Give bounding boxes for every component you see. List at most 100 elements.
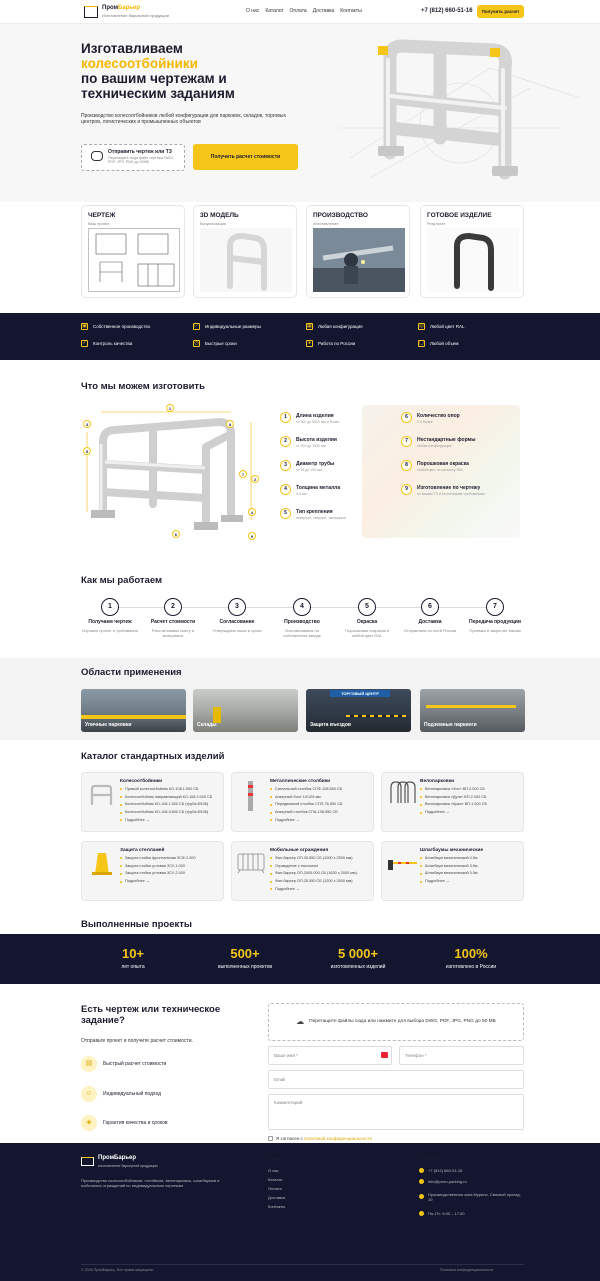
- footer-policy-link[interactable]: Политика конфиденциальности: [440, 1268, 493, 1272]
- app-card-street[interactable]: Уличные парковки: [81, 689, 186, 732]
- email-input[interactable]: Email: [268, 1070, 524, 1089]
- catalog-item[interactable]: Ограждение с поклоном: [270, 864, 357, 869]
- stat-number: 500+: [230, 946, 260, 961]
- process-card-subtitle: Изготовление: [313, 221, 339, 226]
- footer-link-catalog[interactable]: Каталог: [268, 1177, 285, 1182]
- step-number: 7: [486, 598, 504, 616]
- catalog-item[interactable]: Шлагбаум механический 3.5м: [420, 864, 478, 869]
- footer-menu: О нас Каталог Оплата Доставка Контакты: [268, 1168, 285, 1209]
- catalog-item[interactable]: Защита стойки угловая ЗСУ-1.000: [120, 864, 196, 869]
- hero-title-line-2: колесоотбойники: [81, 56, 198, 71]
- catalog-item[interactable]: Передвижной столбик СПП-76.550 СБ: [270, 802, 342, 807]
- diagram-marker: 4: [248, 508, 256, 516]
- catalog-item[interactable]: Защита стойки угловая ЗСУ-2.000: [120, 871, 196, 876]
- param-title: Нестандартные формы: [417, 437, 476, 443]
- location-icon: [419, 1194, 424, 1199]
- catalog-card-rack-protection[interactable]: Защита стеллажей Защита стойки фронтальн…: [81, 841, 224, 901]
- app-card-warehouse[interactable]: Склады: [193, 689, 298, 732]
- catalog-item[interactable]: Защита стойки фронтальная ЗСФ-2.000: [120, 856, 196, 861]
- diagram-marker: 2: [251, 475, 259, 483]
- catalog-more-link[interactable]: Подробнее →: [270, 887, 357, 892]
- hero-title-line-1: Изготавливаем: [81, 41, 183, 56]
- features-bar: [0, 313, 600, 360]
- footer-link-payment[interactable]: Оплата: [268, 1186, 285, 1191]
- logo-tagline: Изготовление барьерной продукции: [102, 13, 169, 18]
- consent-checkbox[interactable]: [268, 1136, 273, 1141]
- catalog-item[interactable]: Велопарковка «Хит» ВП-2.000 СБ: [420, 787, 487, 792]
- nav-item-delivery[interactable]: Доставка: [313, 8, 334, 14]
- catalog-item[interactable]: Анкерный болт 10/125 мм: [270, 795, 342, 800]
- step-title: Доставка: [418, 619, 442, 625]
- footer-phone[interactable]: +7 (812) 660-51-16: [428, 1168, 462, 1173]
- param-title: Изготовление по чертежу: [417, 485, 481, 491]
- nav-item-contacts[interactable]: Контакты: [340, 8, 362, 14]
- hero-cta-button[interactable]: Получить расчет стоимости: [193, 144, 298, 170]
- catalog-more-link[interactable]: Подробнее →: [420, 879, 478, 884]
- catalog-item[interactable]: Прямой колесоотбойник КО-108.1.500 СБ: [120, 787, 212, 792]
- catalog-item[interactable]: Шлагбаум механический 4.5м: [420, 856, 478, 861]
- catalog-item[interactable]: Фан-барьер ОП-2005.000 СБ (1630 x 2000 м…: [270, 871, 357, 876]
- catalog-more-link[interactable]: Подробнее →: [120, 818, 212, 823]
- footer-email[interactable]: info@prom-parking.ru: [428, 1179, 467, 1184]
- catalog-more-link[interactable]: Подробнее →: [270, 818, 342, 823]
- step-subtitle: Изучаем проект и требования: [82, 628, 138, 633]
- header-phone[interactable]: +7 (812) 660-51-16: [421, 8, 473, 16]
- catalog-item[interactable]: Колесоотбойник направляющий КО-108.2.000…: [120, 795, 212, 800]
- logo-icon[interactable]: [84, 6, 98, 18]
- catalog-card-list: Велопарковка «Хит» ВП-2.000 СБ Велопарко…: [420, 784, 487, 815]
- app-card-entrance[interactable]: ТОРГОВЫЙ ЦЕНТР Защита въездов: [306, 689, 411, 732]
- footer-address: Производственная зона Мурино, Связной пр…: [428, 1192, 521, 1202]
- name-input[interactable]: Ваше имя *: [268, 1046, 392, 1065]
- catalog-item[interactable]: Сигнальный столбик СПФ-108.550 СБ: [270, 787, 342, 792]
- catalog-item[interactable]: Анкерный столбик СПА-108.550 СБ: [270, 810, 342, 815]
- section-title-catalog: Каталог стандартных изделий: [81, 751, 225, 762]
- process-card-3d: 3D МОДЕЛЬ Визуализация: [193, 205, 297, 298]
- catalog-item[interactable]: Велопарковка «Арка» ВП-1.500 СБ: [420, 802, 487, 807]
- benefit-label: Гарантия качества и сроков: [103, 1120, 168, 1126]
- footer-link-delivery[interactable]: Доставка: [268, 1195, 285, 1200]
- catalog-more-link[interactable]: Подробнее →: [420, 810, 487, 815]
- hero-upload-box[interactable]: Отправить чертеж или ТЗ Перетащите сюда …: [81, 144, 185, 171]
- app-card-underground[interactable]: Подземные паркинги: [420, 689, 525, 732]
- catalog-item[interactable]: Фан-барьер ОП-30.550 СБ (1000 x 2500 мм): [270, 856, 357, 861]
- nav-item-payment[interactable]: Оплата: [290, 8, 307, 14]
- request-title: Есть чертеж или техническое задание?: [81, 1004, 221, 1026]
- autofill-icon[interactable]: [381, 1052, 388, 1058]
- comment-textarea[interactable]: Комментарий: [268, 1094, 524, 1130]
- app-card-label: Склады: [197, 721, 217, 728]
- nav-item-catalog[interactable]: Каталог: [265, 8, 283, 14]
- catalog-card-mobile-fences[interactable]: Мобильные ограждения Фан-барьер ОП-30.55…: [231, 841, 374, 901]
- header-cta-button[interactable]: Получить расчет: [477, 5, 524, 18]
- step-title: Расчет стоимости: [150, 619, 196, 625]
- footer-link-about[interactable]: О нас: [268, 1168, 285, 1173]
- site-header: ПромБарьер Изготовление барьерной продук…: [0, 0, 600, 24]
- logo-text[interactable]: ПромБарьер: [102, 5, 140, 13]
- catalog-card-bollards[interactable]: Металлические столбики Сигнальный столби…: [231, 772, 374, 832]
- clock-icon: [419, 1211, 424, 1216]
- nav-item-about[interactable]: О нас: [246, 8, 259, 14]
- feature-label: Любой объем: [430, 340, 459, 346]
- footer-contacts-title: Контакты: [419, 1157, 443, 1163]
- feature-item: ▦ Любая конфигурация: [306, 323, 363, 330]
- phone-input[interactable]: Телефон *: [399, 1046, 524, 1065]
- rack-protector-icon: [92, 853, 112, 875]
- step-subtitle: Изготавливаем на собственном заводе: [283, 628, 321, 638]
- catalog-item[interactable]: Шлагбаум механический 3.5м: [420, 871, 478, 876]
- file-dropzone[interactable]: ☁ Перетащите файлы сюда или нажмите для …: [268, 1003, 524, 1041]
- footer-brand[interactable]: ПромБарьер: [98, 1155, 136, 1163]
- catalog-item[interactable]: Фан-барьер ОП-25.550 СБ (1200 x 2500 мм): [270, 879, 357, 884]
- footer-logo-icon[interactable]: [81, 1157, 94, 1166]
- catalog-item[interactable]: Колесоотбойник КО-108.3.600 СБ (труба Ø1…: [120, 810, 212, 815]
- stat-label: лет опыта: [121, 964, 145, 970]
- catalog-more-link[interactable]: Подробнее →: [120, 879, 196, 884]
- catalog-card-barriers[interactable]: Шлагбаумы механические Шлагбаум механиче…: [381, 841, 524, 901]
- privacy-link[interactable]: политикой конфиденциальности: [304, 1136, 372, 1141]
- catalog-item[interactable]: Колесоотбойник КО-108.1.500 СБ (труба Ø1…: [120, 802, 212, 807]
- catalog-item[interactable]: Велопарковка «Дуга» ВП-2.000 СБ: [420, 795, 487, 800]
- footer-link-contacts[interactable]: Контакты: [268, 1204, 285, 1209]
- catalog-card-wheelstops[interactable]: Колесоотбойники Прямой колесоотбойник КО…: [81, 772, 224, 832]
- cloud-upload-icon: [91, 151, 103, 161]
- catalog-card-bikeracks[interactable]: Велопарковки Велопарковка «Хит» ВП-2.000…: [381, 772, 524, 832]
- hero-product-image: [340, 39, 581, 180]
- param-subtitle: любая конфигурация: [417, 444, 452, 448]
